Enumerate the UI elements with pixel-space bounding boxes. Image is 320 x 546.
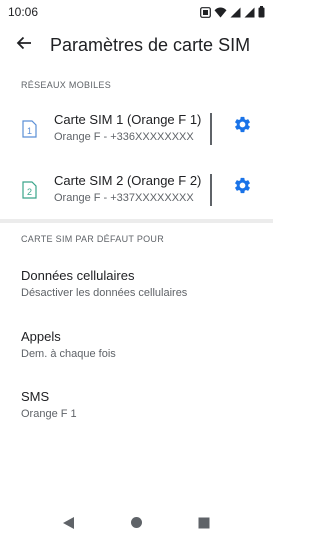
status-time: 10:06	[8, 5, 39, 19]
sim-card-icon: 1	[22, 120, 37, 143]
circle-home-icon	[130, 516, 143, 534]
pref-subtitle: Orange F 1	[21, 408, 77, 420]
notification-icon	[200, 6, 211, 18]
status-bar: 10:06	[0, 0, 273, 24]
arrow-back-icon	[16, 35, 32, 56]
gear-icon	[233, 176, 252, 200]
wifi-icon	[214, 7, 227, 18]
svg-text:1: 1	[27, 126, 32, 136]
signal-icon	[230, 7, 241, 18]
nav-recents-button[interactable]	[196, 517, 212, 533]
nav-home-button[interactable]	[128, 517, 144, 533]
signal-icon-2	[244, 7, 255, 18]
pref-subtitle: Désactiver les données cellulaires	[21, 287, 188, 299]
section-header-default-sim: CARTE SIM PAR DÉFAUT POUR	[21, 234, 165, 244]
sim-subtitle: Orange F - +337XXXXXXXX	[54, 192, 194, 204]
square-recents-icon	[198, 516, 210, 534]
pref-title: Données cellulaires	[21, 268, 135, 283]
battery-icon	[258, 6, 265, 18]
gear-icon	[233, 115, 252, 139]
sim-title: Carte SIM 2 (Orange F 2)	[54, 173, 202, 188]
sim-row-2[interactable]: 2 Carte SIM 2 (Orange F 2) Orange F - +3…	[0, 167, 273, 219]
sim-subtitle: Orange F - +336XXXXXXXX	[54, 131, 194, 143]
sim-settings-button[interactable]	[231, 116, 253, 138]
page-title: Paramètres de carte SIM	[50, 34, 251, 55]
pref-title: SMS	[21, 389, 50, 404]
app-bar: Paramètres de carte SIM	[0, 28, 273, 62]
svg-text:2: 2	[27, 187, 32, 197]
sim-row-1[interactable]: 1 Carte SIM 1 (Orange F 1) Orange F - +3…	[0, 106, 273, 158]
section-header-mobile-networks: RÉSEAUX MOBILES	[21, 80, 112, 90]
pref-calls[interactable]: Appels Dem. à chaque fois	[21, 329, 261, 360]
divider	[210, 113, 212, 145]
nav-back-button[interactable]	[60, 516, 76, 535]
sim-card-icon: 2	[22, 181, 37, 204]
pref-mobile-data[interactable]: Données cellulaires Désactiver les donné…	[21, 268, 261, 299]
back-button[interactable]	[2, 28, 46, 62]
pref-title: Appels	[21, 329, 61, 344]
triangle-back-icon	[62, 516, 75, 535]
navigation-bar	[0, 503, 273, 546]
pref-sms[interactable]: SMS Orange F 1	[21, 389, 261, 420]
sim-settings-button[interactable]	[231, 177, 253, 199]
sim-title: Carte SIM 1 (Orange F 1)	[54, 112, 202, 127]
pref-subtitle: Dem. à chaque fois	[21, 348, 116, 360]
status-icons	[200, 6, 265, 18]
divider	[210, 174, 212, 206]
section-separator	[0, 219, 273, 223]
